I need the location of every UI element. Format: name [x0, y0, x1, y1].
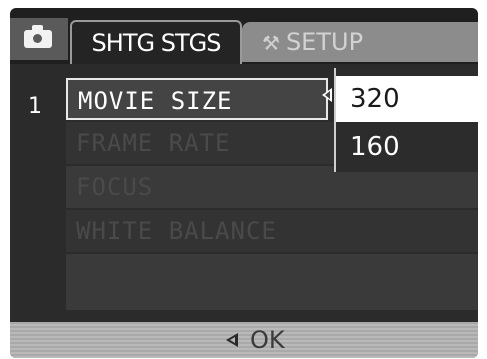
menu-item-focus[interactable]: FOCUS — [66, 166, 478, 208]
footer-bar: OK — [10, 322, 478, 358]
camera-icon — [24, 25, 52, 48]
menu-item-white-balance[interactable]: WHITE BALANCE — [66, 210, 478, 252]
menu-item-label: WHITE BALANCE — [76, 217, 277, 245]
camera-menu-screen: SHTG STGS ⚒ SETUP 1 MOVIE SIZE FRAME RATE… — [10, 8, 478, 358]
left-arrow-icon — [322, 88, 332, 102]
menu-item-label: MOVIE SIZE — [78, 87, 233, 115]
page-number: 1 — [28, 94, 42, 119]
menu-item-label: FOCUS — [76, 173, 154, 201]
tab-setup[interactable]: ⚒ SETUP — [242, 22, 478, 62]
left-triangle-icon — [226, 333, 238, 347]
movie-size-options: 320 160 — [334, 68, 478, 172]
menu-empty-row — [66, 254, 478, 310]
menu-item-movie-size[interactable]: MOVIE SIZE — [66, 78, 328, 120]
tools-icon: ⚒ — [262, 31, 280, 55]
ok-label: OK — [250, 326, 285, 354]
tab-setup-label: SETUP — [285, 28, 364, 56]
menu-item-label: FRAME RATE — [76, 129, 231, 157]
option-160[interactable]: 160 — [336, 124, 478, 170]
tab-shooting-settings[interactable]: SHTG STGS — [70, 20, 242, 64]
option-320[interactable]: 320 — [336, 76, 478, 122]
camera-tab[interactable] — [10, 18, 68, 60]
